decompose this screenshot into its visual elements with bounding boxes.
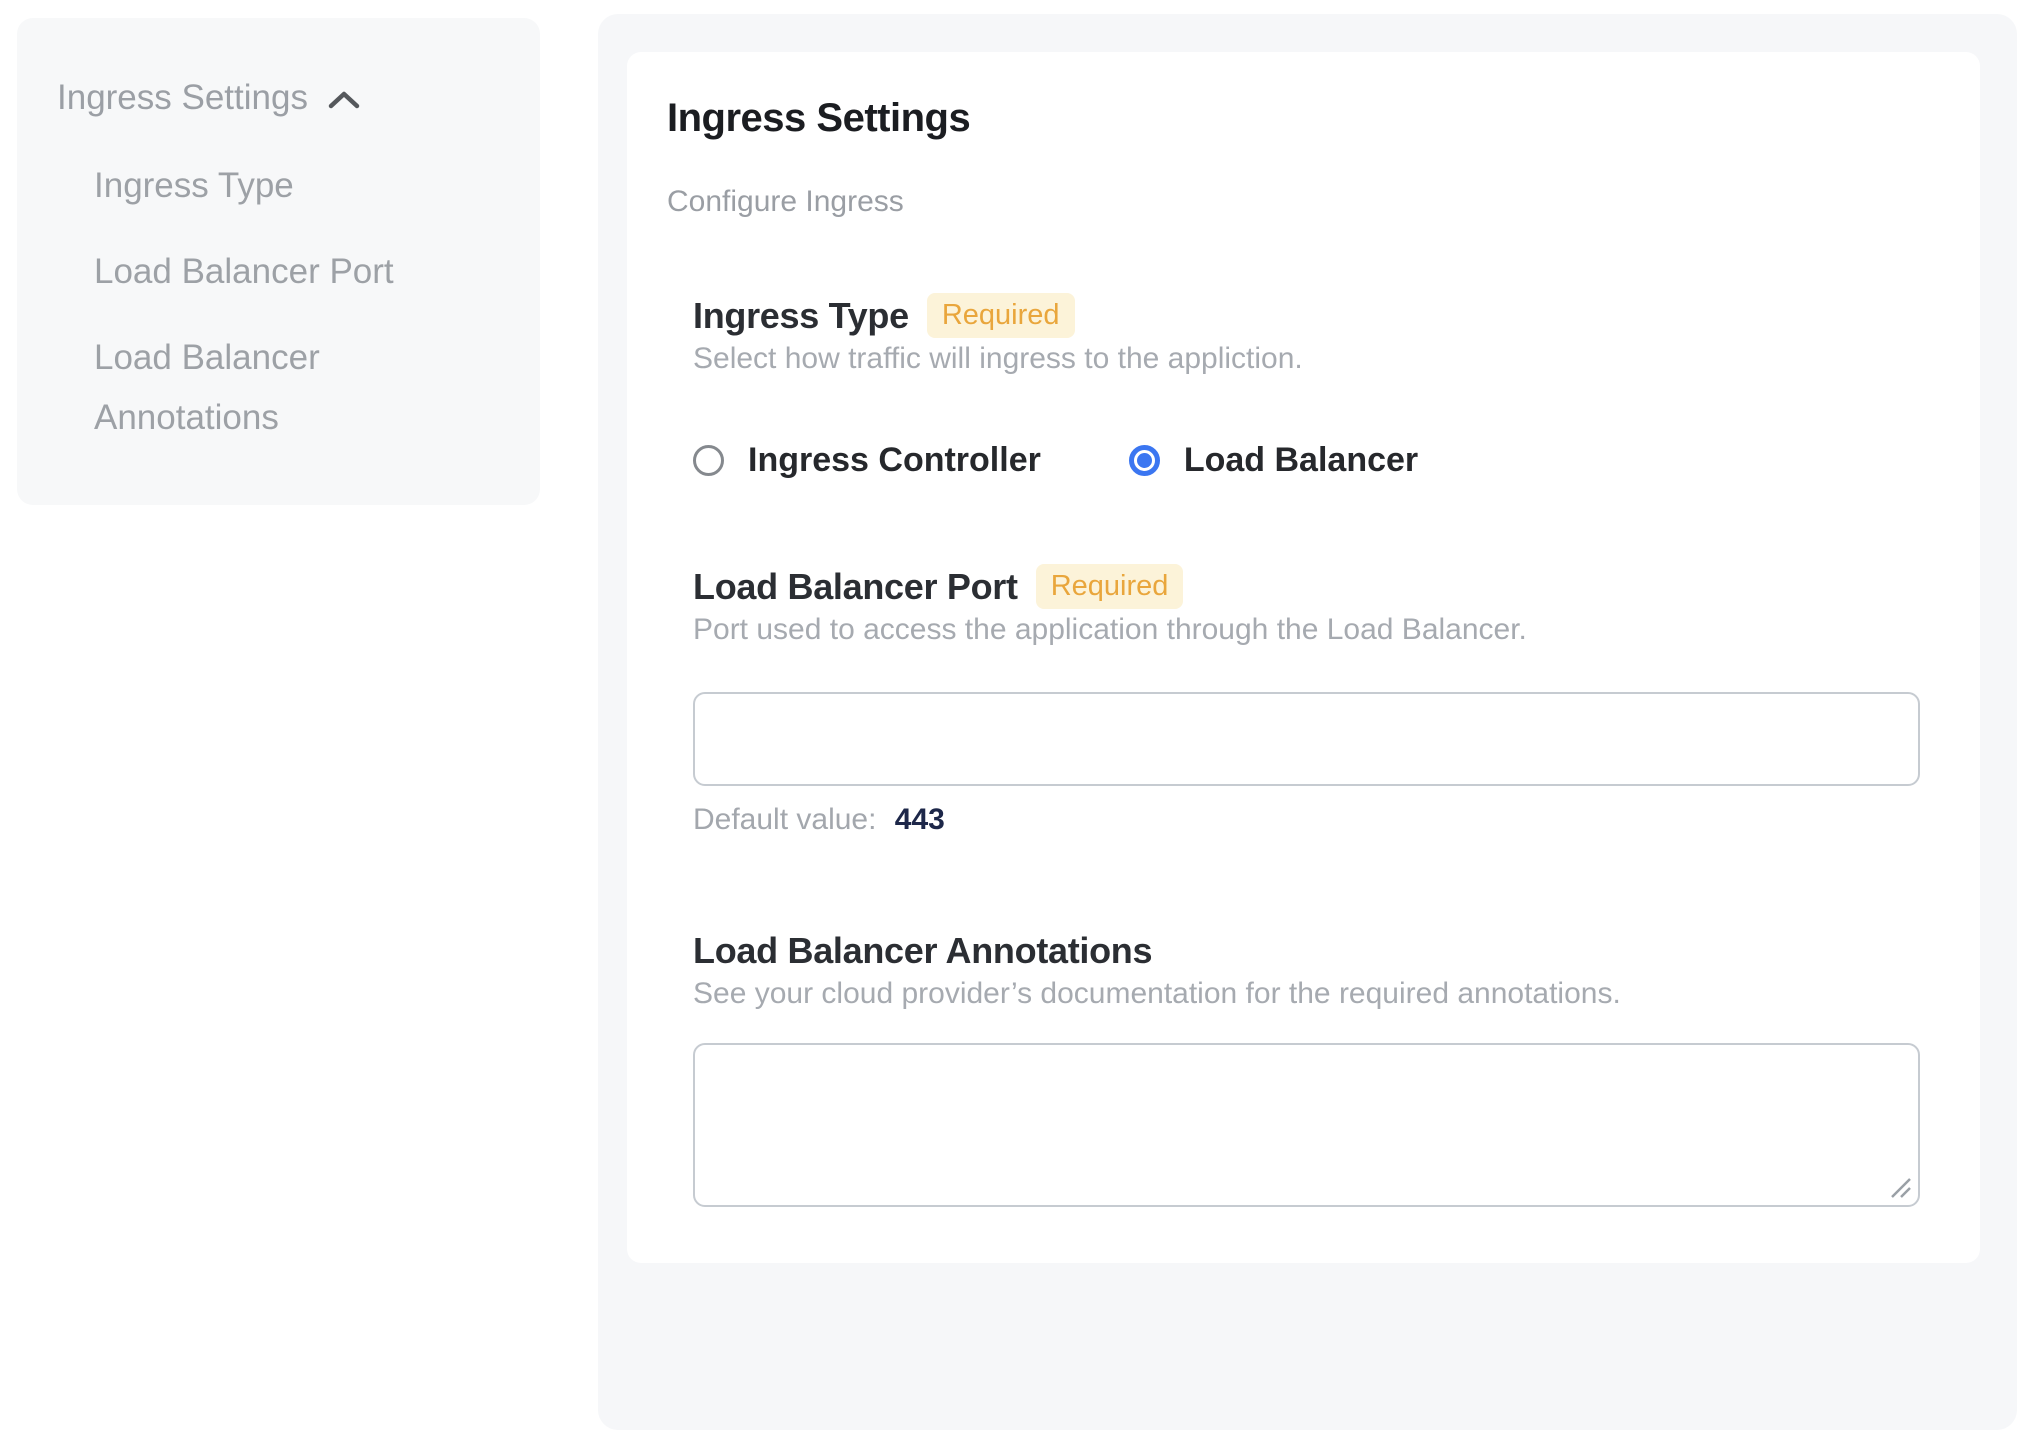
annotations-textarea-wrap [693, 1043, 1920, 1207]
radio-label: Load Balancer [1184, 438, 1418, 482]
main-panel: Ingress Settings Configure Ingress Ingre… [598, 14, 2017, 1430]
ingress-settings-card: Ingress Settings Configure Ingress Ingre… [627, 52, 1980, 1263]
radio-unchecked-icon[interactable] [693, 445, 724, 476]
ingress-type-radio-group: Ingress Controller Load Balancer [693, 438, 1940, 482]
radio-label: Ingress Controller [748, 438, 1041, 482]
default-value-note: Default value: 443 [693, 801, 1940, 839]
section-heading-row: Load Balancer Annotations [693, 929, 1940, 973]
page-title: Ingress Settings [667, 94, 1940, 142]
settings-sidebar: Ingress Settings Ingress Type Load Balan… [17, 18, 540, 505]
sidebar-group-label: Ingress Settings [57, 76, 308, 120]
section-description: Port used to access the application thro… [693, 611, 1940, 649]
page-subtitle: Configure Ingress [667, 184, 1940, 220]
section-title: Ingress Type [693, 294, 909, 338]
radio-dot [1137, 453, 1152, 468]
sidebar-item-ingress-type[interactable]: Ingress Type [94, 164, 500, 208]
sidebar-item-list: Ingress Type Load Balancer Port Load Bal… [94, 164, 500, 448]
section-heading-row: Ingress Type Required [693, 293, 1940, 338]
section-heading-row: Load Balancer Port Required [693, 564, 1940, 609]
section-load-balancer-annotations: Load Balancer Annotations See your cloud… [693, 929, 1940, 1207]
sidebar-item-load-balancer-port[interactable]: Load Balancer Port [94, 250, 500, 294]
section-load-balancer-port: Load Balancer Port Required Port used to… [693, 564, 1940, 839]
section-title: Load Balancer Annotations [693, 929, 1152, 973]
radio-option-ingress-controller[interactable]: Ingress Controller [693, 438, 1041, 482]
load-balancer-port-input[interactable] [693, 692, 1920, 786]
sidebar-group-ingress-settings[interactable]: Ingress Settings [57, 76, 500, 120]
form-sections: Ingress Type Required Select how traffic… [693, 293, 1940, 1207]
default-value-label: Default value: [693, 803, 876, 836]
radio-option-load-balancer[interactable]: Load Balancer [1129, 438, 1418, 482]
resize-grip-icon[interactable] [1886, 1173, 1912, 1199]
required-badge: Required [1036, 564, 1184, 609]
sidebar-item-load-balancer-annotations[interactable]: Load Balancer Annotations [94, 328, 454, 448]
section-title: Load Balancer Port [693, 565, 1018, 609]
required-badge: Required [927, 293, 1075, 338]
section-description: Select how traffic will ingress to the a… [693, 340, 1940, 378]
radio-checked-icon[interactable] [1129, 445, 1160, 476]
chevron-up-icon [328, 90, 360, 110]
section-ingress-type: Ingress Type Required Select how traffic… [693, 293, 1940, 482]
default-value: 443 [895, 803, 945, 836]
load-balancer-annotations-textarea[interactable] [693, 1043, 1920, 1207]
section-description: See your cloud provider’s documentation … [693, 975, 1940, 1013]
